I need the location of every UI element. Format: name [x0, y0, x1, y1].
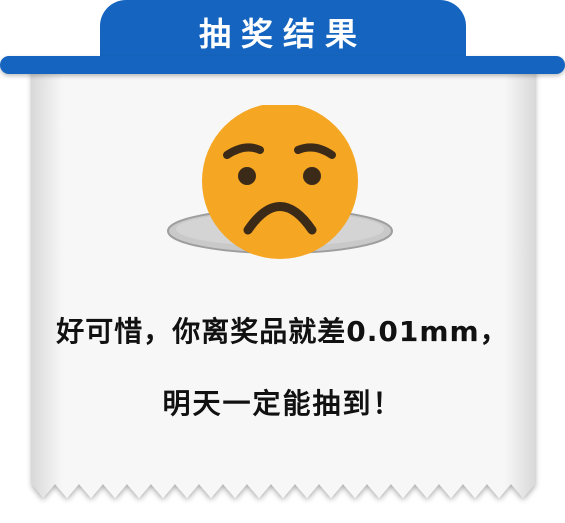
header-title: 抽奖结果 — [198, 15, 367, 53]
sad-face-icon — [167, 105, 393, 259]
lottery-result-card: 抽奖结果 好可惜，你离奖品就差0.01mm， 明天一定能抽到！ — [0, 0, 565, 523]
result-message-line1: 好可惜，你离奖品就差0.01mm， — [56, 315, 509, 348]
header-bar — [0, 56, 565, 74]
result-message-line2: 明天一定能抽到！ — [162, 387, 403, 420]
